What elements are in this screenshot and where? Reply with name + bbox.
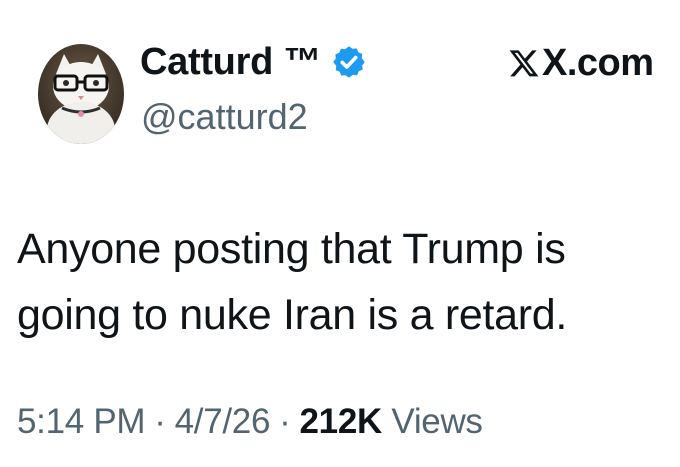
separator: · <box>279 402 291 441</box>
display-name[interactable]: Catturd ™ <box>140 41 321 84</box>
views-label: Views <box>391 402 483 441</box>
user-handle[interactable]: @catturd2 <box>141 96 308 138</box>
verified-badge-icon <box>331 44 367 80</box>
views-count[interactable]: 212K <box>299 402 382 441</box>
source-label: X.com <box>542 41 654 84</box>
cat-avatar-image <box>38 44 124 144</box>
avatar[interactable] <box>38 44 124 144</box>
source-attribution: X.com <box>508 38 654 88</box>
tweet-text-line-1: Anyone posting that Trump is <box>17 225 566 273</box>
separator: · <box>154 402 166 441</box>
x-logo-icon <box>508 47 540 79</box>
tweet-date[interactable]: 4/7/26 <box>175 402 271 441</box>
tweet-body: Anyone posting that Trump is going to nu… <box>17 216 667 348</box>
tweet-card: Catturd ™ @catturd2 X.com Anyone posting… <box>0 0 680 467</box>
tweet-text-line-2: going to nuke Iran is a retard. <box>17 291 568 339</box>
tweet-time[interactable]: 5:14 PM <box>17 402 146 441</box>
tweet-metadata: 5:14 PM · 4/7/26 · 212K Views <box>17 402 483 442</box>
display-name-row: Catturd ™ <box>140 36 367 88</box>
